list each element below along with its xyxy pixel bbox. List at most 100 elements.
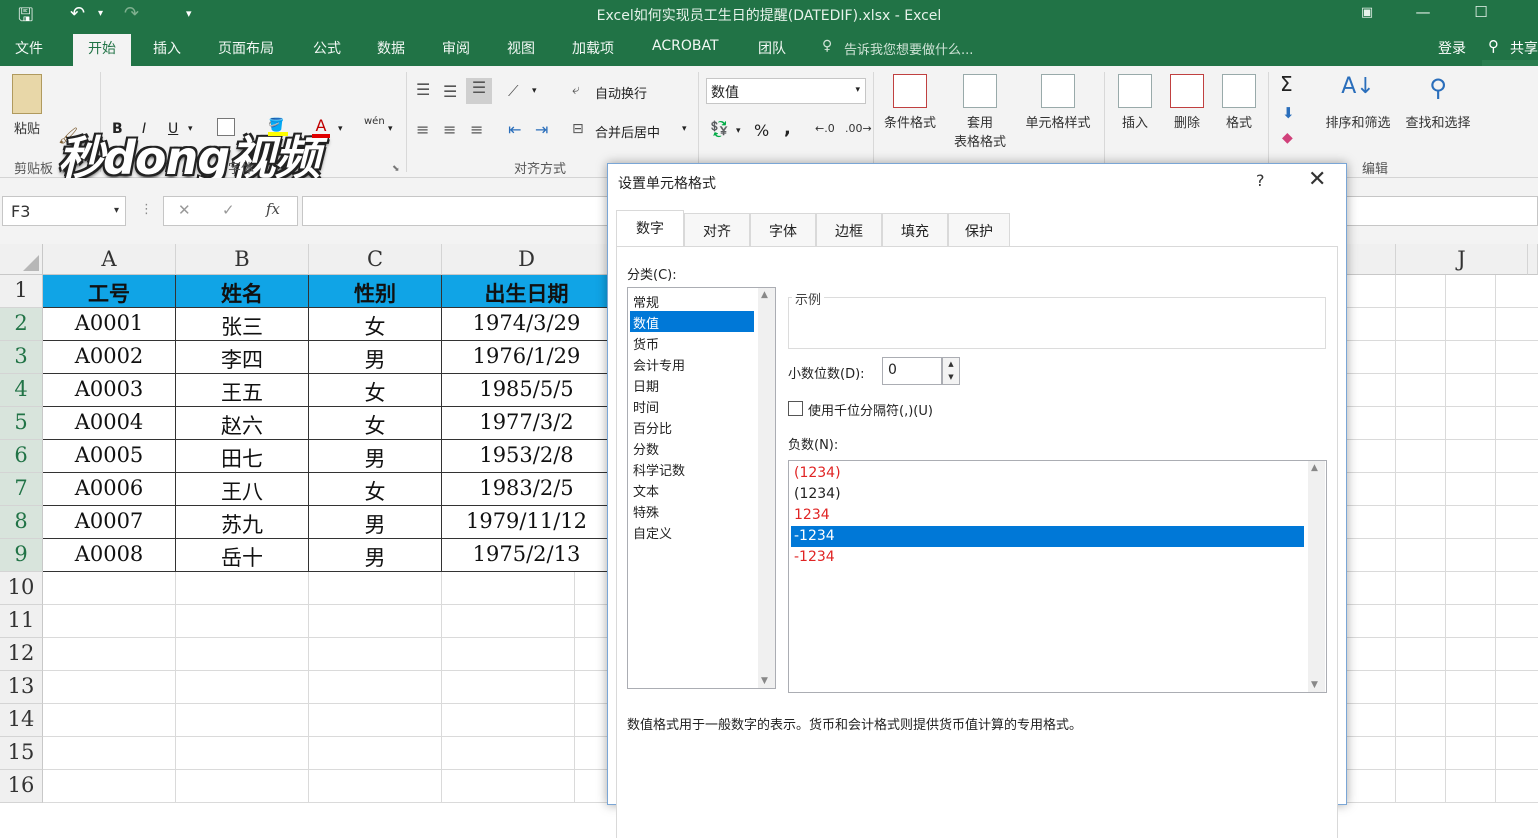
table-cell[interactable]: 王八 bbox=[176, 473, 309, 506]
clear-icon[interactable]: ◆ bbox=[1282, 130, 1293, 146]
table-cell[interactable]: 苏九 bbox=[176, 506, 309, 539]
table-cell[interactable]: A0006 bbox=[43, 473, 176, 506]
header-cell-employee-id[interactable]: 工号 bbox=[43, 275, 176, 308]
sort-filter-button[interactable]: A↓ 排序和筛选 bbox=[1318, 74, 1398, 131]
scroll-up-icon[interactable]: ▲ bbox=[761, 290, 768, 300]
minimize-icon[interactable]: — bbox=[1408, 3, 1438, 21]
accounting-format-icon[interactable]: 💱 bbox=[710, 120, 729, 138]
list-item[interactable]: 日期 bbox=[630, 374, 754, 395]
confirm-entry-button[interactable]: ✓ bbox=[222, 201, 235, 219]
wrap-text-button[interactable]: 自动换行 bbox=[595, 83, 647, 102]
share-button[interactable]: 共享 bbox=[1510, 38, 1538, 58]
help-button[interactable]: ? bbox=[1256, 171, 1265, 190]
tab-border[interactable]: 边框 bbox=[816, 213, 882, 246]
bold-button[interactable]: B bbox=[112, 121, 123, 137]
tab-alignment[interactable]: 对齐 bbox=[684, 213, 750, 246]
sign-in-link[interactable]: 登录 bbox=[1438, 38, 1466, 58]
list-item[interactable]: 常规 bbox=[630, 290, 754, 311]
list-item[interactable]: 1234 bbox=[791, 505, 1304, 526]
name-box[interactable]: F3 ▾ bbox=[2, 196, 126, 226]
cell-styles-button[interactable]: 单元格样式 bbox=[1018, 74, 1098, 131]
table-cell[interactable]: 1975/2/13 bbox=[442, 539, 612, 572]
orientation-icon[interactable]: ⟋ bbox=[508, 82, 519, 100]
table-cell[interactable]: 女 bbox=[309, 308, 442, 341]
decimal-places-input[interactable]: 0 bbox=[882, 357, 942, 385]
empty-cells-right[interactable] bbox=[1346, 275, 1538, 803]
list-item[interactable]: 货币 bbox=[630, 332, 754, 353]
align-left-icon[interactable]: ≡ bbox=[416, 120, 429, 139]
table-cell[interactable]: 男 bbox=[309, 440, 442, 473]
tab-number[interactable]: 数字 bbox=[616, 210, 684, 247]
fill-icon[interactable]: ⬇ bbox=[1282, 104, 1295, 122]
table-cell[interactable]: 岳十 bbox=[176, 539, 309, 572]
tab-view[interactable]: 视图 bbox=[507, 38, 535, 58]
table-cell[interactable]: 张三 bbox=[176, 308, 309, 341]
format-cells-button[interactable]: 格式 bbox=[1216, 74, 1262, 131]
spin-up-icon[interactable]: ▲ bbox=[943, 358, 959, 371]
row-header-3[interactable]: 3 bbox=[0, 341, 43, 374]
percent-button[interactable]: % bbox=[754, 121, 769, 140]
scroll-down-icon[interactable]: ▼ bbox=[761, 676, 768, 686]
insert-function-button[interactable]: fx bbox=[266, 200, 280, 218]
table-cell[interactable]: 女 bbox=[309, 374, 442, 407]
insert-cells-button[interactable]: 插入 bbox=[1112, 74, 1158, 131]
align-right-icon[interactable]: ≡ bbox=[470, 120, 483, 139]
tab-page-layout[interactable]: 页面布局 bbox=[218, 38, 274, 58]
column-header-b[interactable]: B bbox=[176, 244, 309, 275]
table-cell[interactable]: 1976/1/29 bbox=[442, 341, 612, 374]
increase-indent-icon[interactable]: ⇥ bbox=[535, 120, 548, 139]
table-cell[interactable]: 王五 bbox=[176, 374, 309, 407]
row-header-4[interactable]: 4 bbox=[0, 374, 43, 407]
fill-color-icon[interactable]: 🪣 bbox=[268, 118, 288, 136]
row-header-10[interactable]: 10 bbox=[0, 572, 43, 605]
select-all-button[interactable] bbox=[0, 244, 43, 275]
list-item[interactable]: 时间 bbox=[630, 395, 754, 416]
row-header-9[interactable]: 9 bbox=[0, 539, 43, 572]
list-item[interactable]: 文本 bbox=[630, 479, 754, 500]
scroll-up-icon[interactable]: ▲ bbox=[1311, 463, 1318, 473]
tab-font[interactable]: 字体 bbox=[750, 213, 816, 246]
table-cell[interactable]: 李四 bbox=[176, 341, 309, 374]
row-header-5[interactable]: 5 bbox=[0, 407, 43, 440]
row-header-14[interactable]: 14 bbox=[0, 704, 43, 737]
tab-home[interactable]: 开始 bbox=[73, 34, 131, 66]
table-cell[interactable]: 男 bbox=[309, 506, 442, 539]
list-item[interactable]: (1234) bbox=[791, 484, 1304, 505]
decrease-indent-icon[interactable]: ⇤ bbox=[508, 120, 521, 139]
conditional-formatting-button[interactable]: 条件格式 bbox=[878, 74, 942, 131]
table-cell[interactable]: 1953/2/8 bbox=[442, 440, 612, 473]
list-item[interactable]: 自定义 bbox=[630, 521, 754, 542]
spin-down-icon[interactable]: ▼ bbox=[943, 371, 959, 384]
comma-style-button[interactable]: , bbox=[784, 118, 791, 139]
thousand-separator-checkbox[interactable] bbox=[788, 401, 803, 416]
list-item-selected[interactable]: -1234 bbox=[791, 526, 1304, 547]
table-cell[interactable]: A0007 bbox=[43, 506, 176, 539]
row-header-8[interactable]: 8 bbox=[0, 506, 43, 539]
phonetic-dropdown-icon[interactable]: ▾ bbox=[388, 124, 393, 134]
tab-review[interactable]: 审阅 bbox=[442, 38, 470, 58]
table-cell[interactable]: 1985/5/5 bbox=[442, 374, 612, 407]
column-header-i[interactable] bbox=[1346, 244, 1396, 275]
negative-numbers-list[interactable]: (1234) (1234) 1234 -1234 -1234 ▲ ▼ bbox=[788, 460, 1327, 693]
header-cell-gender[interactable]: 性别 bbox=[309, 275, 442, 308]
format-as-table-button[interactable]: 套用 表格格式 bbox=[944, 74, 1016, 150]
tab-team[interactable]: 团队 bbox=[758, 38, 786, 58]
list-item[interactable]: 科学记数 bbox=[630, 458, 754, 479]
list-item[interactable]: 特殊 bbox=[630, 500, 754, 521]
table-cell[interactable]: 1983/2/5 bbox=[442, 473, 612, 506]
decimal-places-spinner[interactable]: ▲ ▼ bbox=[942, 357, 960, 385]
close-button[interactable]: ✕ bbox=[1308, 167, 1326, 192]
align-top-icon[interactable]: ☰ bbox=[416, 80, 430, 99]
header-cell-name[interactable]: 姓名 bbox=[176, 275, 309, 308]
find-select-button[interactable]: ⚲ 查找和选择 bbox=[1398, 74, 1478, 131]
autosum-button[interactable]: Σ bbox=[1280, 72, 1293, 96]
table-cell[interactable]: A0002 bbox=[43, 341, 176, 374]
scroll-down-icon[interactable]: ▼ bbox=[1311, 680, 1318, 690]
italic-button[interactable]: I bbox=[142, 121, 146, 137]
tab-addins[interactable]: 加载项 bbox=[572, 38, 614, 58]
paste-button[interactable]: 粘贴 bbox=[6, 74, 48, 137]
row-header-11[interactable]: 11 bbox=[0, 605, 43, 638]
font-color-dropdown-icon[interactable]: ▾ bbox=[338, 124, 343, 134]
merge-center-button[interactable]: 合并后居中 bbox=[595, 122, 660, 141]
tab-insert[interactable]: 插入 bbox=[153, 38, 181, 58]
